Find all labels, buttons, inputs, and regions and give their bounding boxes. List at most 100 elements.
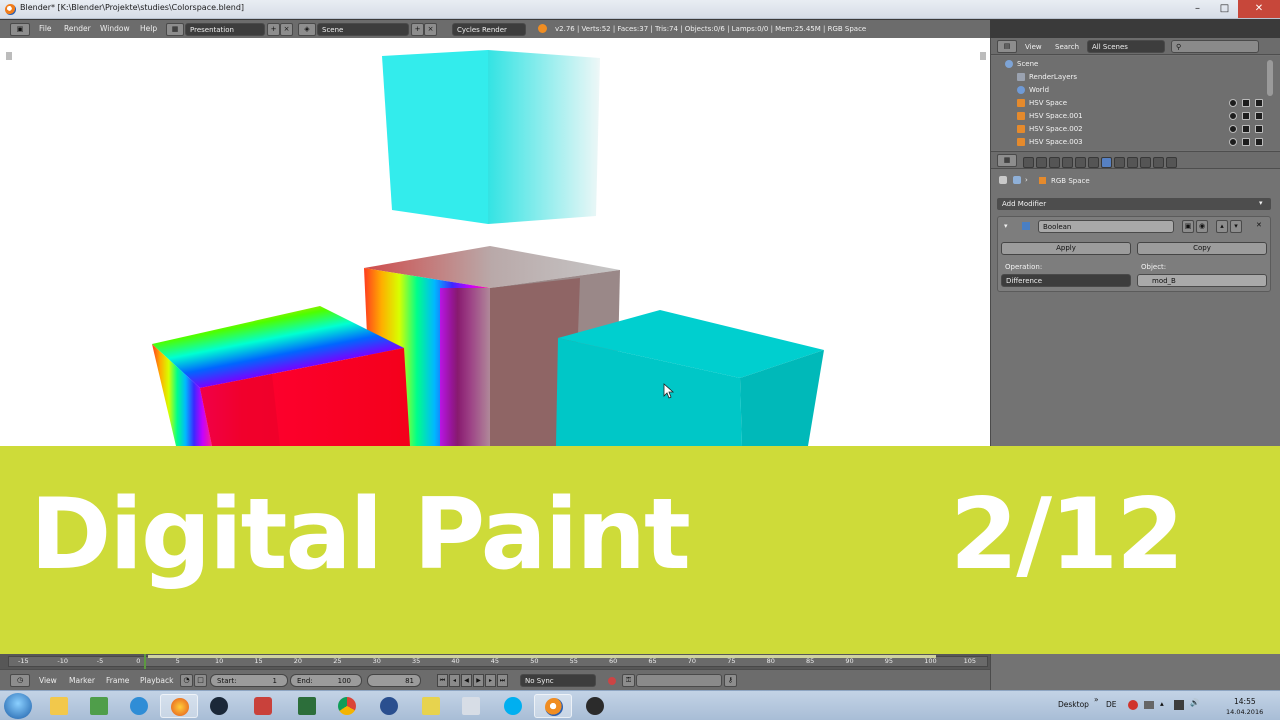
outliner-row-scene[interactable]: Scene (997, 58, 1269, 71)
scene-icon[interactable]: ◈ (298, 23, 316, 36)
insert-keyframe-icon[interactable]: ⚷ (724, 674, 737, 687)
constraints-tab-icon[interactable] (1088, 157, 1099, 168)
outliner-menu-search[interactable]: Search (1055, 43, 1079, 51)
outliner-row-renderlayers[interactable]: RenderLayers (997, 71, 1269, 84)
particles-tab-icon[interactable] (1153, 157, 1164, 168)
outliner-row-hsv-space-001[interactable]: HSV Space.001 (997, 110, 1269, 123)
antivirus-tray-icon[interactable] (1128, 700, 1138, 710)
add-modifier-button[interactable]: Add Modifier ▾ (997, 198, 1271, 210)
modifiers-wrench-icon[interactable] (1101, 157, 1112, 168)
visibility-eye-icon[interactable] (1229, 112, 1237, 120)
remove-screen-icon[interactable]: × (280, 23, 293, 36)
play-reverse-icon[interactable]: ◀ (461, 674, 472, 687)
clock-time[interactable]: 14:55 (1234, 697, 1256, 706)
outliner-row-hsv-space[interactable]: HSV Space (997, 97, 1269, 110)
jump-start-icon[interactable]: ⏮ (437, 674, 448, 687)
pin-icon[interactable] (999, 176, 1007, 184)
taskbar-terminal[interactable] (288, 694, 326, 718)
viewport-left-handle[interactable] (6, 52, 12, 60)
menu-render[interactable]: Render (64, 24, 91, 33)
render-camera-icon[interactable] (1255, 138, 1263, 146)
screen-layout-field[interactable]: Presentation (185, 23, 265, 36)
render-layers-tab-icon[interactable] (1036, 157, 1047, 168)
visibility-eye-icon[interactable] (1229, 125, 1237, 133)
object-tab-icon[interactable] (1075, 157, 1086, 168)
visibility-eye-icon[interactable] (1229, 99, 1237, 107)
add-scene-icon[interactable]: + (411, 23, 424, 36)
timeline-editor-icon[interactable]: ◷ (10, 674, 30, 687)
timeline-menu-playback[interactable]: Playback (140, 676, 173, 685)
start-frame-field[interactable]: Start: 1 (210, 674, 288, 687)
taskbar-obs[interactable] (576, 694, 614, 718)
minimize-button[interactable]: – (1184, 0, 1211, 18)
render-tab-icon[interactable] (1023, 157, 1034, 168)
desktop-toolbar-label[interactable]: Desktop (1058, 700, 1089, 709)
timeline-ruler[interactable]: -15 -10 -5 0 5 10 15 20 25 30 35 40 45 50 55 60 65 70 75 80… (0, 654, 990, 669)
move-down-icon[interactable]: ▾ (1230, 220, 1242, 233)
timeline-menu-view[interactable]: View (39, 676, 57, 685)
start-button[interactable] (4, 693, 32, 719)
sync-mode-select[interactable]: No Sync (520, 674, 596, 687)
collapse-arrow-icon[interactable]: ▾ (1004, 222, 1008, 230)
taskbar-paint[interactable] (244, 694, 282, 718)
data-tab-icon[interactable] (1114, 157, 1125, 168)
outliner-editor-icon[interactable]: ▤ (997, 40, 1017, 53)
texture-tab-icon[interactable] (1140, 157, 1151, 168)
properties-editor-icon[interactable]: ▦ (997, 154, 1017, 167)
render-camera-icon[interactable] (1255, 125, 1263, 133)
world-tab-icon[interactable] (1062, 157, 1073, 168)
select-cursor-icon[interactable] (1242, 99, 1250, 107)
physics-tab-icon[interactable] (1166, 157, 1177, 168)
taskbar-skype[interactable] (494, 694, 532, 718)
show-render-icon[interactable]: ▣ (1182, 220, 1194, 233)
taskbar-firefox[interactable] (160, 694, 198, 718)
editor-type-icon[interactable]: ▣ (10, 23, 30, 36)
lock-range-icon[interactable]: □ (194, 674, 207, 687)
taskbar-chrome[interactable] (328, 694, 366, 718)
jump-keyframe-back-icon[interactable]: ◂ (449, 674, 460, 687)
taskbar-explorer[interactable] (40, 694, 78, 718)
scene-tab-icon[interactable] (1049, 157, 1060, 168)
visibility-eye-icon[interactable] (1229, 138, 1237, 146)
show-viewport-icon[interactable]: ◉ (1196, 220, 1208, 233)
language-indicator[interactable]: DE (1106, 700, 1117, 709)
material-tab-icon[interactable] (1127, 157, 1138, 168)
jump-keyframe-forward-icon[interactable]: ▸ (485, 674, 496, 687)
outliner-row-hsv-space-002[interactable]: HSV Space.002 (997, 123, 1269, 136)
render-camera-icon[interactable] (1255, 99, 1263, 107)
select-cursor-icon[interactable] (1242, 138, 1250, 146)
screen-layout-icon[interactable]: ▦ (166, 23, 184, 36)
auto-keying-record-icon[interactable] (608, 677, 616, 685)
taskbar-steam[interactable] (200, 694, 238, 718)
apply-button[interactable]: Apply (1001, 242, 1131, 255)
taskbar-notes[interactable] (80, 694, 118, 718)
menu-file[interactable]: File (39, 24, 52, 33)
outliner-scrollbar[interactable] (1267, 60, 1273, 96)
3d-viewport[interactable] (0, 38, 990, 446)
preview-range-icon[interactable]: ◔ (180, 674, 193, 687)
viewport-right-handle[interactable] (980, 52, 986, 60)
taskbar-inkscape[interactable] (370, 694, 408, 718)
clock-date[interactable]: 14.04.2016 (1226, 708, 1263, 716)
add-screen-icon[interactable]: + (267, 23, 280, 36)
current-frame-field[interactable]: 81 (367, 674, 421, 687)
scene-field[interactable]: Scene (317, 23, 409, 36)
keying-set-icon[interactable]: ⚿ (622, 674, 635, 687)
modifier-name-field[interactable]: Boolean (1038, 220, 1174, 233)
operation-select[interactable]: Difference (1001, 274, 1131, 287)
outliner-search-input[interactable]: ⚲ (1171, 40, 1259, 53)
render-camera-icon[interactable] (1255, 112, 1263, 120)
object-field[interactable]: mod_B (1137, 274, 1267, 287)
timeline-menu-frame[interactable]: Frame (106, 676, 129, 685)
outliner-menu-view[interactable]: View (1025, 43, 1042, 51)
taskbar-notepad[interactable] (412, 694, 450, 718)
remove-modifier-icon[interactable]: ✕ (1256, 221, 1262, 229)
close-button[interactable]: ✕ (1238, 0, 1280, 18)
taskbar-files[interactable] (452, 694, 490, 718)
jump-end-icon[interactable]: ⏭ (497, 674, 508, 687)
outliner-row-world[interactable]: World (997, 84, 1269, 97)
taskbar-blender[interactable] (534, 694, 572, 718)
play-icon[interactable]: ▶ (473, 674, 484, 687)
outliner-row-hsv-space-003[interactable]: HSV Space.003 (997, 136, 1269, 149)
maximize-button[interactable]: □ (1211, 0, 1238, 18)
